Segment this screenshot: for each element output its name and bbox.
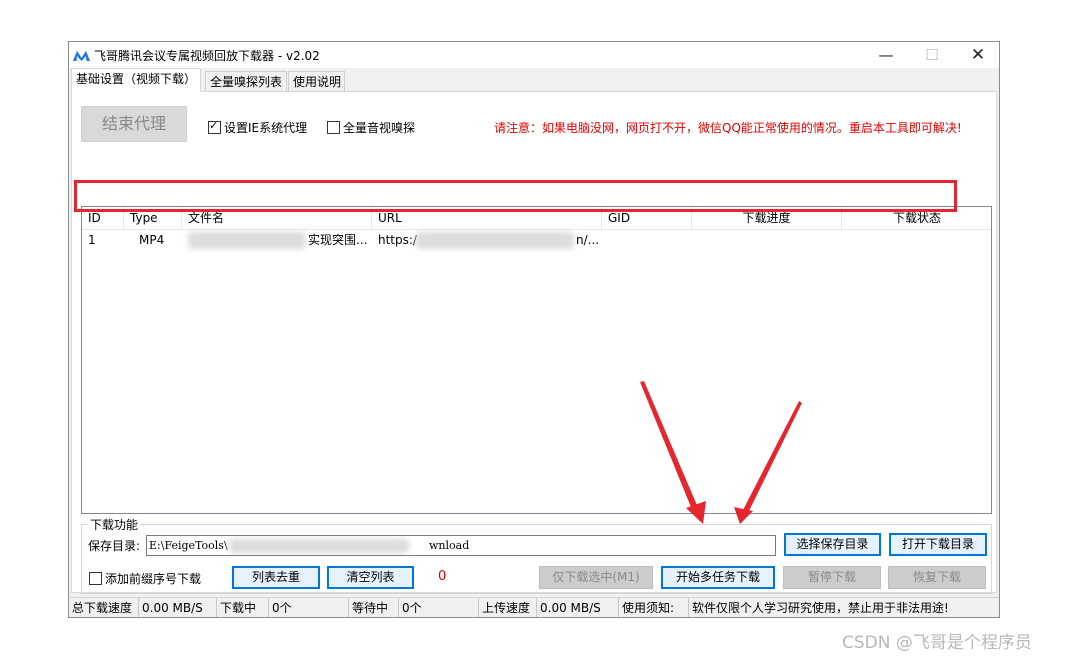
app-logo-icon — [73, 51, 90, 61]
total-speed-label: 总下载速度 — [69, 598, 139, 617]
row-highlight-annotation — [74, 180, 957, 212]
full-sniff-checkbox[interactable]: 全量音视嗅探 — [327, 119, 415, 136]
resume-download-button[interactable]: 恢复下载 — [888, 566, 986, 589]
app-window: 飞哥腾讯会议专属视频回放下载器 - v2.02 — ☐ ✕ 基础设置（视频下载）… — [68, 41, 1000, 618]
checkbox-unchecked-icon — [327, 121, 340, 134]
set-ie-proxy-checkbox[interactable]: 设置IE系统代理 — [208, 119, 307, 136]
download-list[interactable]: ID Type 文件名 URL GID 下载进度 下载状态 1 MP4 实现突围… — [81, 206, 992, 514]
download-group: 下载功能 保存目录: E:\FeigeTools\ wnload 选择保存目录 … — [81, 516, 992, 594]
end-proxy-button[interactable]: 结束代理 — [81, 106, 187, 142]
window-title: 飞哥腾讯会议专属视频回放下载器 - v2.02 — [94, 49, 320, 63]
cell-url-prefix: https:/ — [378, 233, 417, 247]
tab-panel: 结束代理 设置IE系统代理 全量音视嗅探 请注意：如果电脑没网，网页打不开，微信… — [71, 91, 997, 594]
maximize-button[interactable]: ☐ — [909, 42, 955, 68]
cell-filename: 实现突围... — [308, 233, 368, 247]
notice-label: 使用须知: — [619, 598, 689, 617]
dedupe-list-button[interactable]: 列表去重 — [232, 566, 320, 589]
list-count: 0 — [438, 569, 447, 584]
downloading-value: 0个 — [269, 598, 349, 617]
downloading-label: 下载中 — [217, 598, 269, 617]
prefix-number-label: 添加前缀序号下载 — [105, 572, 202, 586]
choose-save-dir-button[interactable]: 选择保存目录 — [784, 533, 881, 556]
clear-list-button[interactable]: 清空列表 — [327, 566, 414, 589]
tab-strip: 基础设置（视频下载） 全量嗅探列表 使用说明 — [69, 68, 999, 92]
table-row[interactable]: 1 MP4 实现突围... https:/ n/... — [82, 230, 991, 250]
pause-download-button[interactable]: 暂停下载 — [783, 566, 881, 589]
title-bar: 飞哥腾讯会议专属视频回放下载器 - v2.02 — ☐ ✕ — [69, 42, 999, 68]
redacted-path — [229, 539, 409, 553]
checkbox-checked-icon — [208, 119, 221, 134]
checkbox-unchecked-icon — [89, 572, 102, 585]
waiting-label: 等待中 — [349, 598, 399, 617]
cell-type: MP4 — [139, 233, 165, 247]
download-selected-button[interactable]: 仅下载选中(M1) — [539, 566, 653, 589]
total-speed-value: 0.00 MB/S — [139, 598, 217, 617]
redacted-url — [416, 232, 574, 249]
set-ie-proxy-label: 设置IE系统代理 — [224, 121, 308, 135]
save-dir-prefix: E:\FeigeTools\ — [149, 539, 228, 552]
cell-id: 1 — [88, 233, 96, 247]
download-group-legend: 下载功能 — [88, 516, 141, 533]
watermark: CSDN @飞哥是个程序员 — [842, 633, 1032, 653]
start-multi-download-button[interactable]: 开始多任务下载 — [661, 566, 775, 589]
tab-usage-guide[interactable]: 使用说明 — [288, 71, 345, 91]
open-download-dir-button[interactable]: 打开下载目录 — [889, 533, 987, 556]
cell-url-suffix: n/... — [576, 233, 600, 247]
minimize-button[interactable]: — — [863, 42, 909, 68]
tab-basic-settings[interactable]: 基础设置（视频下载） — [71, 68, 201, 92]
redacted-filename — [188, 232, 306, 249]
close-button[interactable]: ✕ — [955, 42, 999, 68]
full-sniff-label: 全量音视嗅探 — [343, 121, 416, 135]
waiting-value: 0个 — [399, 598, 479, 617]
upload-value: 0.00 MB/S — [537, 598, 619, 617]
save-dir-label: 保存目录: — [88, 539, 141, 553]
notice-value: 软件仅限个人学习研究使用，禁止用于非法用途! — [692, 601, 949, 615]
upload-label: 上传速度 — [479, 598, 537, 617]
prefix-number-checkbox[interactable]: 添加前缀序号下载 — [89, 570, 201, 587]
save-dir-input[interactable]: E:\FeigeTools\ wnload — [146, 535, 776, 556]
status-bar: 总下载速度 0.00 MB/S 下载中 0个 等待中 0个 上传速度 0.00 … — [69, 597, 999, 617]
tab-full-sniff-list[interactable]: 全量嗅探列表 — [205, 71, 287, 91]
save-dir-suffix: wnload — [429, 539, 470, 552]
notice-text: 请注意：如果电脑没网，网页打不开，微信QQ能正常使用的情况。重启本工具即可解决! — [494, 121, 962, 135]
